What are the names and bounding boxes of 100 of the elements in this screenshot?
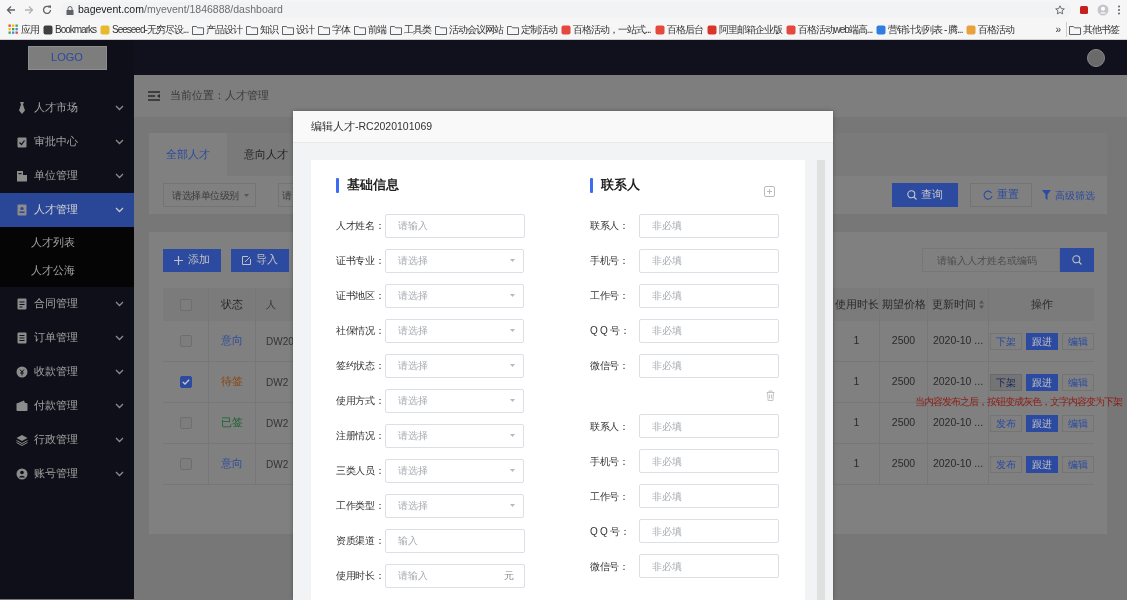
profile-icon[interactable] — [1097, 4, 1109, 16]
bookmark[interactable]: 百格后台 — [652, 22, 705, 37]
checkbox[interactable] — [179, 376, 192, 388]
chevron-icon — [115, 105, 124, 111]
sidebar-item[interactable]: 行政管理 — [0, 423, 134, 457]
bookmark[interactable]: 百格活动 — [964, 22, 1017, 37]
bookmark[interactable]: 应用 — [6, 22, 41, 37]
bookmark[interactable]: 产品设计 — [190, 22, 245, 37]
bookmark[interactable]: 营销计划列表 - 腾... — [874, 22, 965, 37]
folder-icon — [318, 24, 331, 35]
sidebar-item[interactable]: 单位管理 — [0, 159, 134, 193]
sidebar-item[interactable]: 付款管理 — [0, 389, 134, 423]
bookmark[interactable]: 知识 — [244, 22, 281, 37]
reload-icon[interactable] — [42, 5, 52, 15]
lock-icon — [66, 5, 74, 15]
input-field[interactable]: 请输入 — [384, 213, 525, 238]
bookmark[interactable]: 前端 — [352, 22, 389, 37]
search-button[interactable]: 查询 — [892, 183, 958, 207]
breadcrumb: 当前位置：人才管理 — [170, 88, 269, 104]
table-cell: 2500 — [891, 415, 916, 431]
folder-icon — [282, 24, 295, 35]
sidebar-item[interactable]: 订单管理 — [0, 321, 134, 355]
add-icon[interactable] — [764, 185, 775, 197]
avatar[interactable] — [1087, 48, 1105, 67]
section-title: 联系人 — [601, 176, 640, 194]
add-button[interactable]: 添加 — [163, 248, 221, 272]
bookmark[interactable]: 百格活动web端高... — [783, 22, 875, 37]
input-field[interactable]: 非必填 — [639, 283, 779, 308]
wallet-icon — [16, 400, 28, 412]
input-field[interactable]: 非必填 — [639, 213, 779, 238]
input-field[interactable]: 非必填 — [639, 484, 779, 508]
input-field[interactable]: 非必填 — [639, 554, 779, 578]
more-bookmarks[interactable]: » — [1053, 22, 1062, 37]
input-field[interactable]: 非必填 — [639, 519, 779, 543]
caret-icon — [510, 259, 515, 262]
bookmark[interactable]: 工具类 — [388, 22, 434, 37]
table-cell: 1 — [853, 374, 860, 390]
caret-icon — [510, 434, 515, 437]
action-button[interactable]: 跟进 — [1025, 414, 1058, 432]
section-marker — [336, 177, 339, 193]
sort-icon[interactable] — [979, 300, 984, 309]
status-text: 待签 — [221, 374, 243, 390]
field-label: 人才姓名： — [336, 219, 385, 233]
sidebar-item[interactable]: 人才管理 — [0, 193, 134, 227]
bookmark[interactable]: 定制活动 — [505, 22, 560, 37]
import-button[interactable]: 导入 — [231, 248, 289, 272]
submenu-item[interactable]: 人才公海 — [0, 257, 134, 285]
bookmark[interactable]: 阿里邮箱企业版 — [704, 22, 784, 37]
table-cell: 2020-10 ... — [932, 415, 984, 431]
folder-icon — [390, 24, 403, 35]
sidebar-item[interactable]: 人才市场 — [0, 91, 134, 125]
folder-icon — [192, 24, 205, 35]
clipboard-icon — [16, 136, 28, 148]
star-icon[interactable] — [1055, 5, 1065, 15]
bookmark[interactable]: 字体 — [316, 22, 353, 37]
chevron-icon — [115, 139, 124, 145]
field-label: 工作号： — [590, 289, 630, 303]
chevron-icon — [115, 369, 124, 375]
address-bar[interactable]: bagevent.com/myevent/1846888/dashboard — [60, 2, 1071, 18]
bookmark[interactable]: 活动会议网站 — [433, 22, 506, 37]
sidebar-item[interactable]: 审批中心 — [0, 125, 134, 159]
action-button[interactable]: 跟进 — [1025, 373, 1058, 391]
submenu-item[interactable]: 人才列表 — [0, 229, 134, 257]
action-button[interactable]: 跟进 — [1025, 455, 1058, 473]
action-button[interactable]: 跟进 — [1025, 332, 1058, 350]
sidebar-item[interactable]: 收款管理 — [0, 355, 134, 389]
table-cell: 2500 — [891, 374, 916, 390]
input-field[interactable]: 请输入 元 — [384, 563, 525, 588]
forward-icon[interactable] — [24, 5, 34, 15]
bookmark[interactable]: 设计 — [280, 22, 317, 37]
caret-icon — [244, 193, 249, 197]
bookmark[interactable]: 百格活动，一站式... — [559, 22, 653, 37]
bookmark[interactable]: Bookmarks — [41, 22, 98, 37]
sidebar-item[interactable]: 账号管理 — [0, 457, 134, 491]
input-field[interactable]: 非必填 — [639, 449, 779, 473]
id-card-icon — [16, 204, 28, 216]
back-icon[interactable] — [6, 5, 16, 15]
field-label: 使用方式： — [336, 394, 385, 408]
sidebar-item[interactable]: 合同管理 — [0, 287, 134, 321]
input-field[interactable]: 非必填 — [639, 318, 779, 343]
input-field[interactable]: 输入 — [384, 528, 525, 553]
table-cell: 2500 — [891, 333, 916, 349]
folder-icon — [1069, 24, 1081, 35]
unit-label: 元 — [503, 569, 514, 583]
menu-icon[interactable] — [148, 91, 160, 101]
field-label: 手机号： — [590, 454, 630, 469]
chevron-icon — [115, 207, 124, 213]
input-field[interactable]: 非必填 — [639, 353, 779, 378]
extension-icon[interactable] — [1079, 5, 1089, 15]
field-label: 使用时长： — [336, 569, 385, 583]
bookmark[interactable]: 其他书签 — [1066, 22, 1121, 37]
search-button[interactable] — [1060, 248, 1094, 272]
caret-icon — [510, 329, 515, 332]
input-field[interactable]: 非必填 — [639, 248, 779, 273]
menu-icon[interactable] — [1117, 5, 1121, 15]
table-cell-text: DW2 — [266, 375, 289, 390]
caret-icon — [510, 469, 515, 472]
bookmark[interactable]: Seeseed-无穷尽设... — [98, 22, 191, 37]
trash-icon[interactable] — [766, 390, 775, 402]
input-field[interactable]: 非必填 — [639, 414, 779, 438]
